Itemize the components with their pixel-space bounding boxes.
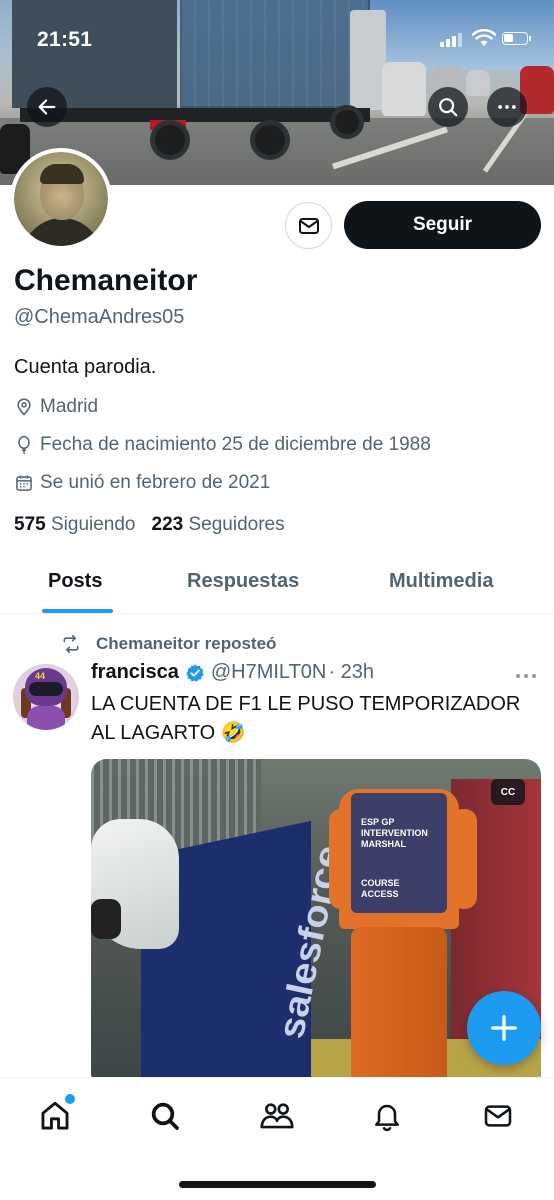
status-bar: 21:51 [0, 0, 554, 80]
followers-link[interactable]: 223 Seguidores [152, 514, 285, 536]
message-button[interactable] [285, 202, 332, 249]
mail-icon [298, 217, 319, 234]
follow-button[interactable]: Seguir [344, 201, 541, 249]
profile-joined-text: Se unió en febrero de 2021 [40, 472, 271, 493]
follow-stats: 575 Siguiendo 223 Seguidores [14, 514, 285, 536]
tweet-header: francisca @H7MILT0N · 23h [91, 661, 374, 684]
plus-icon [491, 1015, 517, 1041]
tab-replies[interactable]: Respuestas [187, 570, 299, 593]
banner-truck-wheel [250, 120, 290, 160]
closed-captions-button[interactable]: CC [491, 779, 525, 805]
search-icon [439, 98, 458, 117]
battery-icon [502, 32, 531, 45]
arrow-left-icon [38, 99, 56, 115]
avatar-visor [29, 682, 63, 696]
following-label: Siguiendo [50, 514, 136, 535]
following-link[interactable]: 575 Siguiendo [14, 514, 136, 536]
status-time: 21:51 [37, 28, 93, 51]
bell-icon [375, 1104, 399, 1132]
repost-label: Chemaneitor reposteó [96, 634, 277, 653]
avatar-shirt [22, 218, 102, 246]
more-horizontal-icon [498, 105, 516, 109]
repost-icon [63, 634, 79, 654]
search-icon [151, 1102, 179, 1130]
calendar-icon [16, 475, 32, 491]
nav-notifications[interactable] [367, 1096, 407, 1136]
profile-joined: Se unió en febrero de 2021 [14, 472, 270, 494]
profile-avatar[interactable] [10, 148, 112, 250]
video-dark-object [91, 899, 121, 939]
vest-line: MARSHAL [361, 839, 406, 849]
home-badge [63, 1092, 77, 1106]
marshal-legs [351, 927, 447, 1089]
tweet-text: LA CUENTA DE F1 LE PUSO TEMPORIZADOR AL … [91, 693, 521, 744]
vest-line: COURSE [361, 878, 400, 888]
nav-communities[interactable] [257, 1096, 297, 1136]
marshal-vest-text: ESP GP INTERVENTION MARSHAL COURSE ACCES… [361, 817, 428, 900]
more-horizontal-icon [516, 674, 536, 678]
profile-birthdate-text: Fecha de nacimiento 25 de diciembre de 1… [40, 434, 431, 455]
banner-truck-wheel [330, 105, 364, 139]
home-indicator [179, 1181, 376, 1188]
avatar-photo [14, 152, 108, 246]
profile-birthdate: Fecha de nacimiento 25 de diciembre de 1… [14, 434, 431, 456]
avatar-figure-body [27, 706, 65, 730]
marshal-vest: ESP GP INTERVENTION MARSHAL COURSE ACCES… [351, 793, 447, 913]
profile-location-text: Madrid [40, 396, 99, 417]
nav-search[interactable] [145, 1096, 185, 1136]
banner-truck-wheel [150, 120, 190, 160]
search-button[interactable] [428, 87, 468, 127]
tweet-author-handle[interactable]: @H7MILT0N [211, 661, 327, 684]
back-button[interactable] [27, 87, 67, 127]
active-tab-indicator [42, 609, 113, 613]
mail-icon [484, 1105, 512, 1127]
communities-icon [260, 1103, 294, 1129]
profile-handle: @ChemaAndres05 [14, 306, 185, 328]
tweet-author-avatar[interactable]: 44 [13, 664, 79, 730]
followers-label: Seguidores [188, 514, 285, 535]
profile-display-name: Chemaneitor [14, 264, 198, 297]
vest-line: INTERVENTION [361, 828, 428, 838]
nav-messages[interactable] [478, 1096, 518, 1136]
tweet-timestamp[interactable]: · 23h [328, 661, 374, 684]
wifi-icon [472, 29, 496, 46]
tab-media[interactable]: Multimedia [389, 570, 493, 593]
location-pin-icon [17, 398, 31, 416]
video-marshal-figure: ESP GP INTERVENTION MARSHAL COURSE ACCES… [329, 779, 479, 1089]
followers-count: 223 [151, 514, 184, 535]
verified-badge-icon [186, 663, 204, 682]
vest-line: ESP GP [361, 817, 395, 827]
compose-post-button[interactable] [467, 991, 541, 1065]
tab-posts[interactable]: Posts [48, 570, 102, 593]
nav-home[interactable] [35, 1092, 77, 1136]
profile-location: Madrid [14, 396, 98, 418]
repost-indicator[interactable]: Chemaneitor reposteó [60, 634, 276, 654]
avatar-helmet-number: 44 [35, 671, 46, 681]
tweet-more-button[interactable] [514, 664, 538, 687]
profile-tabs: Posts Respuestas Multimedia [0, 553, 554, 614]
cellular-signal-icon [440, 33, 462, 47]
banner-truck-chassis [20, 108, 370, 122]
vest-line: ACCESS [361, 889, 399, 899]
profile-bio: Cuenta parodia. [14, 356, 157, 378]
tweet-author-name[interactable]: francisca [91, 661, 179, 684]
avatar-hair [40, 164, 84, 184]
following-count: 575 [14, 514, 46, 535]
more-options-button[interactable] [487, 87, 527, 127]
balloon-icon [18, 435, 30, 455]
